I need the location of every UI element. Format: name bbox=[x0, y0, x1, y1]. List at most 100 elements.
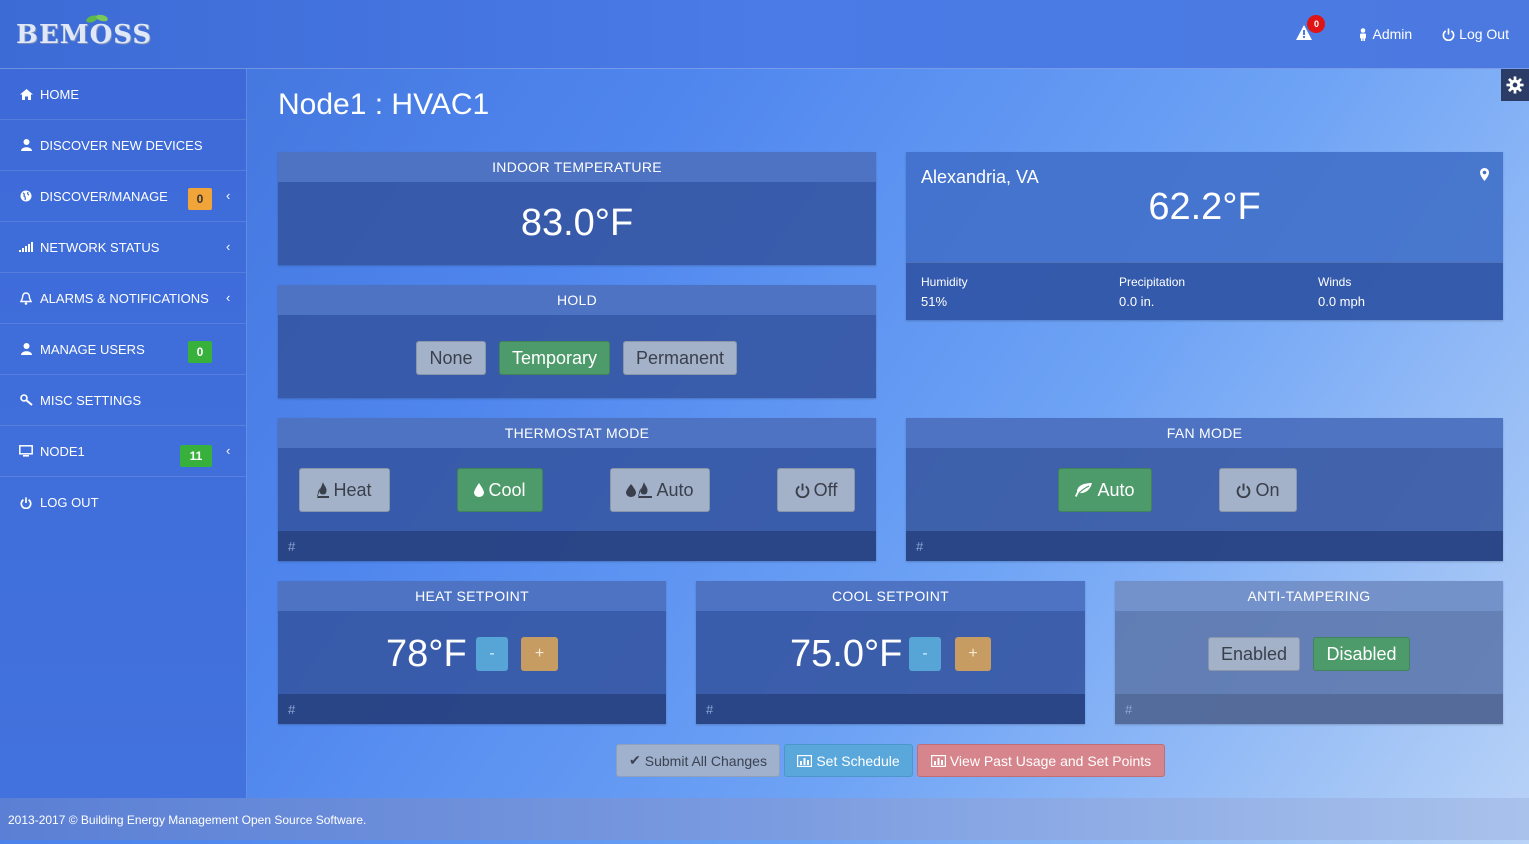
devices-count-badge: 0 bbox=[188, 188, 212, 210]
panel-footer: # bbox=[906, 531, 1503, 561]
heat-setpoint-panel: HEAT SETPOINT 78°F - + # bbox=[278, 581, 666, 724]
bell-icon bbox=[18, 291, 34, 305]
sidebar-item-node1[interactable]: NODE1 11 ‹ bbox=[0, 426, 246, 477]
precipitation-stat: Precipitation 0.0 in. bbox=[1119, 275, 1185, 309]
panel-heading: ANTI-TAMPERING bbox=[1115, 581, 1503, 611]
fan-auto-button[interactable]: Auto bbox=[1058, 468, 1152, 512]
fan-on-label: On bbox=[1255, 479, 1280, 500]
admin-label: Admin bbox=[1372, 26, 1413, 42]
panel-heading: FAN MODE bbox=[906, 418, 1503, 448]
wrench-icon bbox=[18, 393, 34, 407]
winds-value: 0.0 mph bbox=[1318, 294, 1365, 309]
monitor-icon bbox=[18, 444, 34, 458]
humidity-label: Humidity bbox=[921, 275, 968, 289]
mode-auto-button[interactable]: Auto bbox=[610, 468, 710, 512]
indoor-temperature-value: 83.0°F bbox=[520, 202, 634, 244]
weather-stats: Humidity 51% Precipitation 0.0 in. Winds… bbox=[906, 262, 1503, 320]
mode-cool-button[interactable]: Cool bbox=[457, 468, 543, 512]
outdoor-temperature-value: 62.2°F bbox=[1148, 186, 1261, 228]
sidebar-item-discover-manage[interactable]: DISCOVER/MANAGE 0 ‹ bbox=[0, 171, 246, 222]
map-marker-icon[interactable] bbox=[1480, 168, 1489, 181]
view-past-usage-label: View Past Usage and Set Points bbox=[949, 752, 1152, 769]
user-icon bbox=[18, 138, 34, 152]
chevron-left-icon: ‹ bbox=[226, 188, 231, 203]
hold-permanent-button[interactable]: Permanent bbox=[623, 341, 737, 375]
weather-panel: Alexandria, VA 62.2°F Humidity 51% Preci… bbox=[906, 152, 1503, 320]
hold-none-button[interactable]: None bbox=[416, 341, 486, 375]
sidebar-item-label: NODE1 bbox=[40, 443, 85, 459]
sidebar-item-alarms-notifications[interactable]: ALARMS & NOTIFICATIONS ‹ bbox=[0, 273, 246, 324]
sidebar-item-discover-new-devices[interactable]: DISCOVER NEW DEVICES bbox=[0, 120, 246, 171]
weather-city: Alexandria, VA bbox=[921, 167, 1039, 187]
power-icon bbox=[18, 496, 34, 510]
submit-label: Submit All Changes bbox=[644, 752, 767, 769]
panel-footer: # bbox=[1115, 694, 1503, 724]
power-icon bbox=[795, 483, 810, 498]
sidebar-item-label: HOME bbox=[40, 86, 79, 102]
anti-tampering-enabled-button[interactable]: Enabled bbox=[1208, 637, 1300, 671]
fan-auto-label: Auto bbox=[1097, 479, 1135, 500]
cool-setpoint-increase-button[interactable]: + bbox=[955, 637, 991, 671]
mode-cool-label: Cool bbox=[488, 479, 526, 500]
precipitation-label: Precipitation bbox=[1119, 275, 1186, 289]
alerts-button[interactable]: 0 bbox=[1296, 15, 1326, 44]
mode-off-button[interactable]: Off bbox=[777, 468, 855, 512]
sidebar-item-label: DISCOVER/MANAGE bbox=[40, 188, 168, 204]
page-title: Node1 : HVAC1 bbox=[278, 88, 490, 121]
anti-tampering-disabled-button[interactable]: Disabled bbox=[1313, 637, 1410, 671]
copyright-text: 2013-2017 © Building Energy Management O… bbox=[8, 813, 367, 827]
sidebar-item-label: MANAGE USERS bbox=[40, 341, 145, 357]
mode-heat-label: Heat bbox=[333, 479, 372, 500]
sidebar-item-home[interactable]: HOME bbox=[0, 69, 246, 120]
chevron-left-icon: ‹ bbox=[226, 239, 231, 254]
panel-heading: INDOOR TEMPERATURE bbox=[278, 152, 876, 182]
panel-heading: HEAT SETPOINT bbox=[278, 581, 666, 611]
sidebar-item-misc-settings[interactable]: MISC SETTINGS bbox=[0, 375, 246, 426]
panel-footer: # bbox=[278, 531, 876, 561]
panel-heading: HOLD bbox=[278, 285, 876, 315]
cool-setpoint-value: 75.0°F bbox=[790, 633, 903, 675]
user-icon bbox=[18, 342, 34, 356]
fire-icon bbox=[317, 482, 330, 498]
winds-label: Winds bbox=[1318, 275, 1352, 289]
humidity-value: 51% bbox=[921, 294, 948, 309]
node-count-badge: 11 bbox=[180, 445, 212, 467]
sidebar-item-label: ALARMS & NOTIFICATIONS bbox=[40, 290, 209, 306]
logo[interactable]: BEMOSS bbox=[16, 14, 153, 50]
set-schedule-button[interactable]: Set Schedule bbox=[784, 744, 913, 777]
globe-icon bbox=[18, 189, 34, 203]
heat-setpoint-decrease-button[interactable]: - bbox=[476, 637, 508, 671]
admin-link[interactable]: Admin bbox=[1358, 26, 1412, 42]
sidebar-item-network-status[interactable]: NETWORK STATUS ‹ bbox=[0, 222, 246, 273]
submit-all-changes-button[interactable]: ✔ Submit All Changes bbox=[616, 744, 780, 777]
panel-heading: THERMOSTAT MODE bbox=[278, 418, 876, 448]
logout-label: Log Out bbox=[1459, 26, 1509, 42]
sidebar-item-label: MISC SETTINGS bbox=[40, 392, 142, 408]
signal-icon bbox=[18, 240, 34, 254]
fan-on-button[interactable]: On bbox=[1219, 468, 1297, 512]
mode-heat-button[interactable]: Heat bbox=[299, 468, 390, 512]
page-footer: 2013-2017 © Building Energy Management O… bbox=[0, 798, 1529, 840]
sidebar-item-manage-users[interactable]: MANAGE USERS 0 bbox=[0, 324, 246, 375]
panel-heading: COOL SETPOINT bbox=[696, 581, 1085, 611]
sidebar: HOME DISCOVER NEW DEVICES DISCOVER/MANAG… bbox=[0, 69, 247, 798]
settings-toggle[interactable] bbox=[1501, 69, 1529, 101]
power-icon bbox=[1237, 483, 1251, 498]
sidebar-item-logout[interactable]: LOG OUT bbox=[0, 477, 246, 528]
logout-link[interactable]: Log Out bbox=[1442, 26, 1509, 42]
bar-chart-icon bbox=[797, 754, 813, 767]
hold-panel: HOLD None Temporary Permanent bbox=[278, 285, 876, 398]
chevron-left-icon: ‹ bbox=[226, 290, 231, 305]
thermostat-mode-panel: THERMOSTAT MODE Heat Cool Auto Off # bbox=[278, 418, 876, 561]
heat-setpoint-increase-button[interactable]: + bbox=[521, 637, 558, 671]
set-schedule-label: Set Schedule bbox=[816, 752, 900, 769]
view-past-usage-button[interactable]: View Past Usage and Set Points bbox=[917, 744, 1165, 777]
sidebar-item-label: NETWORK STATUS bbox=[40, 239, 160, 255]
heat-setpoint-value: 78°F bbox=[386, 633, 467, 675]
sidebar-item-label: DISCOVER NEW DEVICES bbox=[40, 137, 203, 153]
user-icon bbox=[1360, 27, 1367, 41]
chevron-left-icon: ‹ bbox=[226, 443, 231, 458]
cool-setpoint-decrease-button[interactable]: - bbox=[909, 637, 941, 671]
hold-temporary-button[interactable]: Temporary bbox=[499, 341, 610, 375]
logo-text: BEMOSS bbox=[16, 20, 153, 50]
